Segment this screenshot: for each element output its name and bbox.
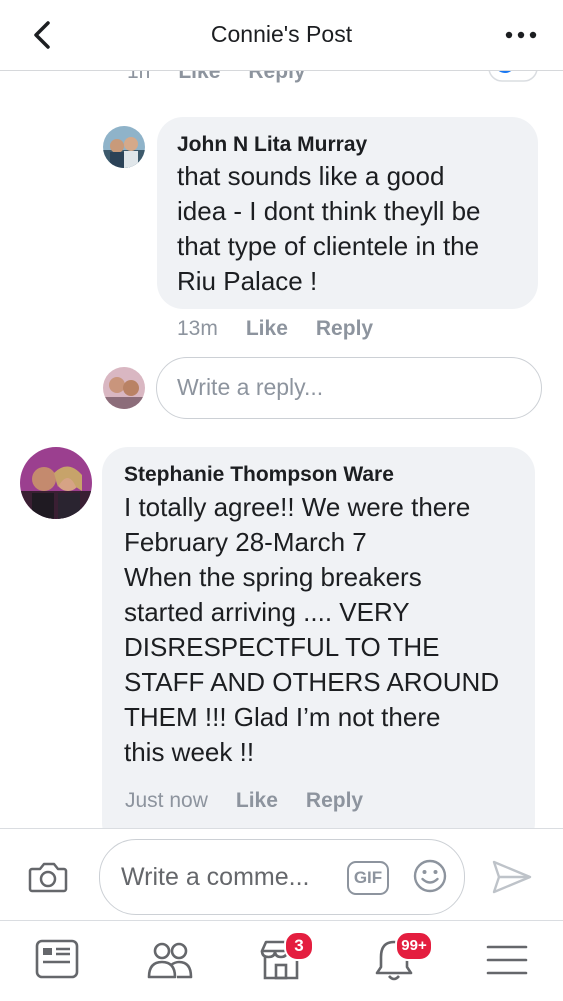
reply-button[interactable]: Reply — [306, 789, 363, 812]
tab-friends[interactable] — [145, 937, 195, 983]
user-photo-icon — [20, 447, 92, 519]
tab-marketplace[interactable]: 3 — [256, 931, 314, 983]
comment-time: 13m — [177, 317, 218, 340]
like-button[interactable]: Like — [236, 789, 278, 812]
gif-button[interactable]: GIF — [347, 861, 389, 895]
tab-menu[interactable] — [482, 937, 532, 983]
comment-bubble[interactable]: John N Lita Murray that sounds like a go… — [157, 117, 538, 309]
tab-notifications[interactable]: 99+ — [369, 931, 433, 983]
prev-comment-time: 1h — [127, 70, 151, 83]
user-photo-icon — [103, 126, 145, 168]
emoji-icon[interactable] — [412, 858, 448, 894]
prev-like-button[interactable]: Like — [178, 70, 220, 83]
reply-button[interactable]: Reply — [316, 317, 373, 340]
prev-comment-actions: 1h Like Reply — [127, 70, 334, 84]
reaction-icon[interactable] — [488, 70, 538, 84]
tab-news-feed[interactable] — [32, 937, 82, 983]
avatar[interactable] — [20, 447, 92, 519]
comment-input[interactable]: Write a comme... GIF — [99, 839, 465, 915]
comment-placeholder: Write a comme... — [121, 863, 310, 891]
my-avatar — [103, 367, 145, 409]
send-icon[interactable] — [490, 857, 534, 897]
friends-icon — [147, 942, 193, 979]
notification-badge: 3 — [284, 931, 314, 961]
news-feed-icon — [35, 939, 79, 979]
page-title: Connie's Post — [210, 21, 353, 47]
comment-author[interactable]: Stephanie Thompson Ware — [124, 463, 394, 487]
comment-time: Just now — [125, 789, 208, 812]
post-header: Connie's Post — [0, 0, 563, 71]
reply-input[interactable]: Write a reply... — [156, 357, 542, 419]
notification-badge: 99+ — [395, 931, 433, 961]
comments-list[interactable]: 1h Like Reply John N Lita Murray that soun… — [0, 70, 563, 828]
camera-icon[interactable] — [26, 857, 70, 897]
comment-actions: Just now Like Reply — [125, 789, 391, 813]
reply-placeholder: Write a reply... — [177, 374, 324, 400]
comment-text: that sounds like a good idea - I dont th… — [177, 161, 481, 296]
comment-text: I totally agree!! We were there February… — [124, 492, 500, 767]
comment-author[interactable]: John N Lita Murray — [177, 133, 367, 157]
reply-comment-actions: 13m Like Reply — [177, 317, 401, 341]
comment-composer: Write a comme... GIF — [0, 828, 563, 921]
like-button[interactable]: Like — [246, 317, 288, 340]
menu-icon — [486, 945, 528, 975]
prev-reply-button[interactable]: Reply — [248, 70, 305, 83]
user-photo-icon — [103, 367, 145, 409]
tab-bar: 3 99+ — [0, 920, 563, 1001]
comment-bubble[interactable]: Stephanie Thompson Ware I totally agree!… — [102, 447, 535, 828]
avatar[interactable] — [103, 126, 145, 168]
more-options-icon[interactable] — [501, 20, 541, 50]
